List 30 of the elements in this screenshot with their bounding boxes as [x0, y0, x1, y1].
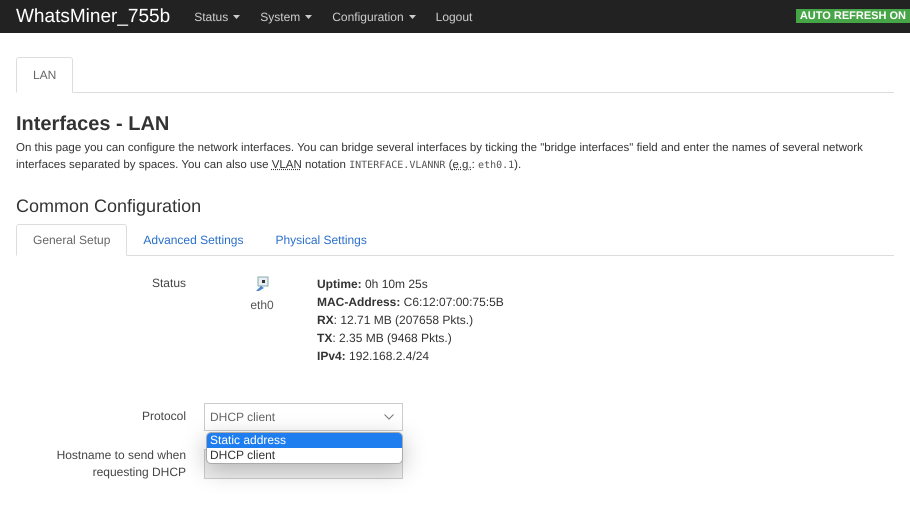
status-detail: IPv4: 192.168.2.4/24 [317, 348, 430, 365]
page-title: Interfaces - LAN [16, 113, 170, 136]
status-detail: TX: 2.35 MB (9468 Pkts.) [317, 330, 453, 347]
field-label: Status [150, 276, 186, 290]
field-label: Protocol [140, 408, 186, 423]
field-label: Hostname to send when requesting DHCP [56, 447, 186, 481]
protocol-select[interactable]: DHCP client [204, 403, 403, 431]
status-detail: MAC-Address: C6:12:07:00:75:5B [317, 294, 504, 311]
caret-icon [408, 14, 416, 18]
nav-menu-item[interactable]: Logout [436, 10, 472, 24]
page-tab[interactable]: LAN [16, 57, 74, 93]
nav-menu-item[interactable]: System [260, 10, 312, 24]
status-detail: Uptime: 0h 10m 25s [317, 276, 429, 293]
device-name: eth0 [250, 298, 274, 312]
nav-menu-item[interactable]: Status [194, 10, 240, 24]
caret-icon [233, 14, 240, 18]
auto-refresh-badge[interactable]: AUTO REFRESH ON [796, 9, 910, 23]
network-port-icon [255, 276, 269, 292]
chevron-down-icon [384, 414, 394, 420]
brand-title[interactable]: WhatsMiner_755b [16, 6, 170, 28]
page-description: On this page you can configure the network interfaces. You can bridge several interfaces by ticking the "bridge interfaces" field and enter the names of several network interfaces separated by spaces. You can also use VLAN notation INTERFACE.VLANNR (e.g.: eth0.1). [16, 141, 864, 173]
settings-tab[interactable]: Advanced Settings [127, 224, 260, 256]
status-detail: RX: 12.71 MB (207658 Pkts.) [317, 312, 474, 329]
settings-tab[interactable]: Physical Settings [259, 224, 383, 256]
section-title: Common Configuration [16, 196, 202, 217]
settings-tab[interactable]: General Setup [16, 224, 128, 256]
nav-menu-item[interactable]: Configuration [332, 10, 416, 24]
dropdown-option[interactable]: Static address [207, 433, 402, 448]
caret-icon [305, 14, 312, 18]
dropdown-option[interactable]: DHCP client [207, 448, 402, 463]
